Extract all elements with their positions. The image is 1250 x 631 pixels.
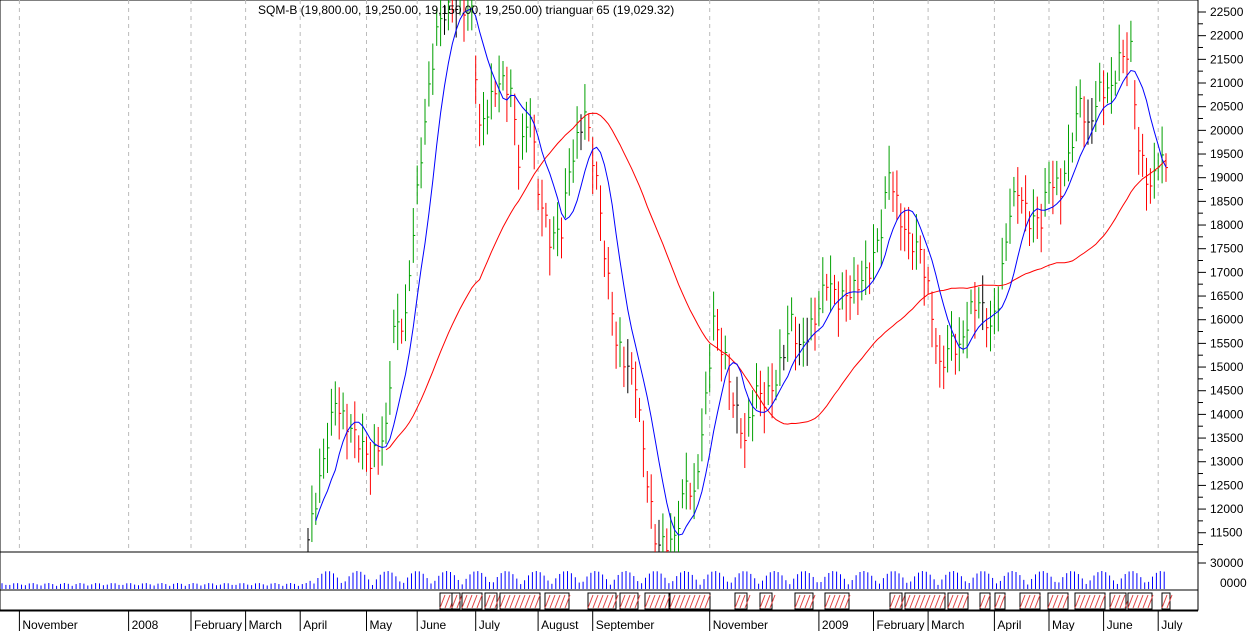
- y-tick-label: 22500: [1210, 5, 1244, 19]
- price-bars: [307, 0, 1168, 552]
- y-tick-label: 12500: [1210, 478, 1244, 492]
- y-tick-label: 21000: [1210, 76, 1244, 90]
- y-tick-label: 20500: [1210, 100, 1244, 114]
- y-tick-label: 21500: [1210, 52, 1244, 66]
- event-marker: [451, 592, 461, 610]
- month-label: February: [877, 618, 925, 631]
- month-label: June: [420, 618, 446, 631]
- y-tick-label: 13500: [1210, 431, 1244, 445]
- y-tick-label: 14000: [1210, 407, 1244, 421]
- y-tick-label: 13000: [1210, 455, 1244, 469]
- month-label: March: [249, 618, 282, 631]
- y-tick-label: 17000: [1210, 265, 1244, 279]
- month-label: May: [1052, 618, 1075, 631]
- date-axis: November 2008 February March April May June Jul…: [18, 611, 1183, 631]
- event-marker: [587, 592, 617, 610]
- price-axis: 11500 12000 12500 13000 13500 14000 14500 15000…: [1198, 5, 1244, 546]
- y-tick-label: 19500: [1210, 147, 1244, 161]
- y-tick-label: 22000: [1210, 29, 1244, 43]
- month-label: September: [596, 618, 655, 631]
- event-strip: [439, 592, 1173, 610]
- plot-frame: [0, 0, 1199, 611]
- month-label: November: [22, 618, 77, 631]
- y-tick-label: 11500: [1210, 526, 1243, 540]
- month-label: April: [303, 618, 327, 631]
- y-tick-label: 19000: [1210, 171, 1244, 185]
- y-tick-label: 16500: [1210, 289, 1244, 303]
- event-marker: [1161, 592, 1171, 610]
- month-label: 2008: [132, 618, 159, 631]
- y-tick-label: 17500: [1210, 242, 1244, 256]
- month-label: March: [931, 618, 964, 631]
- y-tick-label: 12000: [1210, 502, 1244, 516]
- month-label: June: [1107, 618, 1133, 631]
- month-label: February: [194, 618, 242, 631]
- fast-moving-average-line: [315, 8, 1167, 536]
- month-label: 2009: [822, 618, 849, 631]
- month-label: August: [541, 618, 579, 631]
- y-tick-label: 18000: [1210, 218, 1244, 232]
- stock-chart: 11500 12000 12500 13000 13500 14000 14500 15000…: [0, 0, 1247, 631]
- month-label: April: [997, 618, 1021, 631]
- month-label: July: [479, 618, 500, 631]
- volume-tick-label: 30000: [1210, 556, 1244, 570]
- chart-title: SQM-B (19,800.00, 19,250.00, 19,150.00, …: [258, 3, 675, 17]
- y-tick-label: 18500: [1210, 194, 1244, 208]
- y-tick-label: 14500: [1210, 384, 1244, 398]
- volume-panel: 30000 0000: [1, 556, 1247, 590]
- y-tick-label: 15000: [1210, 360, 1244, 374]
- month-label: May: [370, 618, 393, 631]
- month-label: July: [1161, 618, 1182, 631]
- y-tick-label: 16000: [1210, 313, 1244, 327]
- month-label: November: [713, 618, 768, 631]
- y-tick-label: 20000: [1210, 123, 1244, 137]
- volume-tick-label: 0000: [1220, 576, 1247, 590]
- y-tick-label: 15500: [1210, 336, 1244, 350]
- gridlines: [0, 0, 1199, 612]
